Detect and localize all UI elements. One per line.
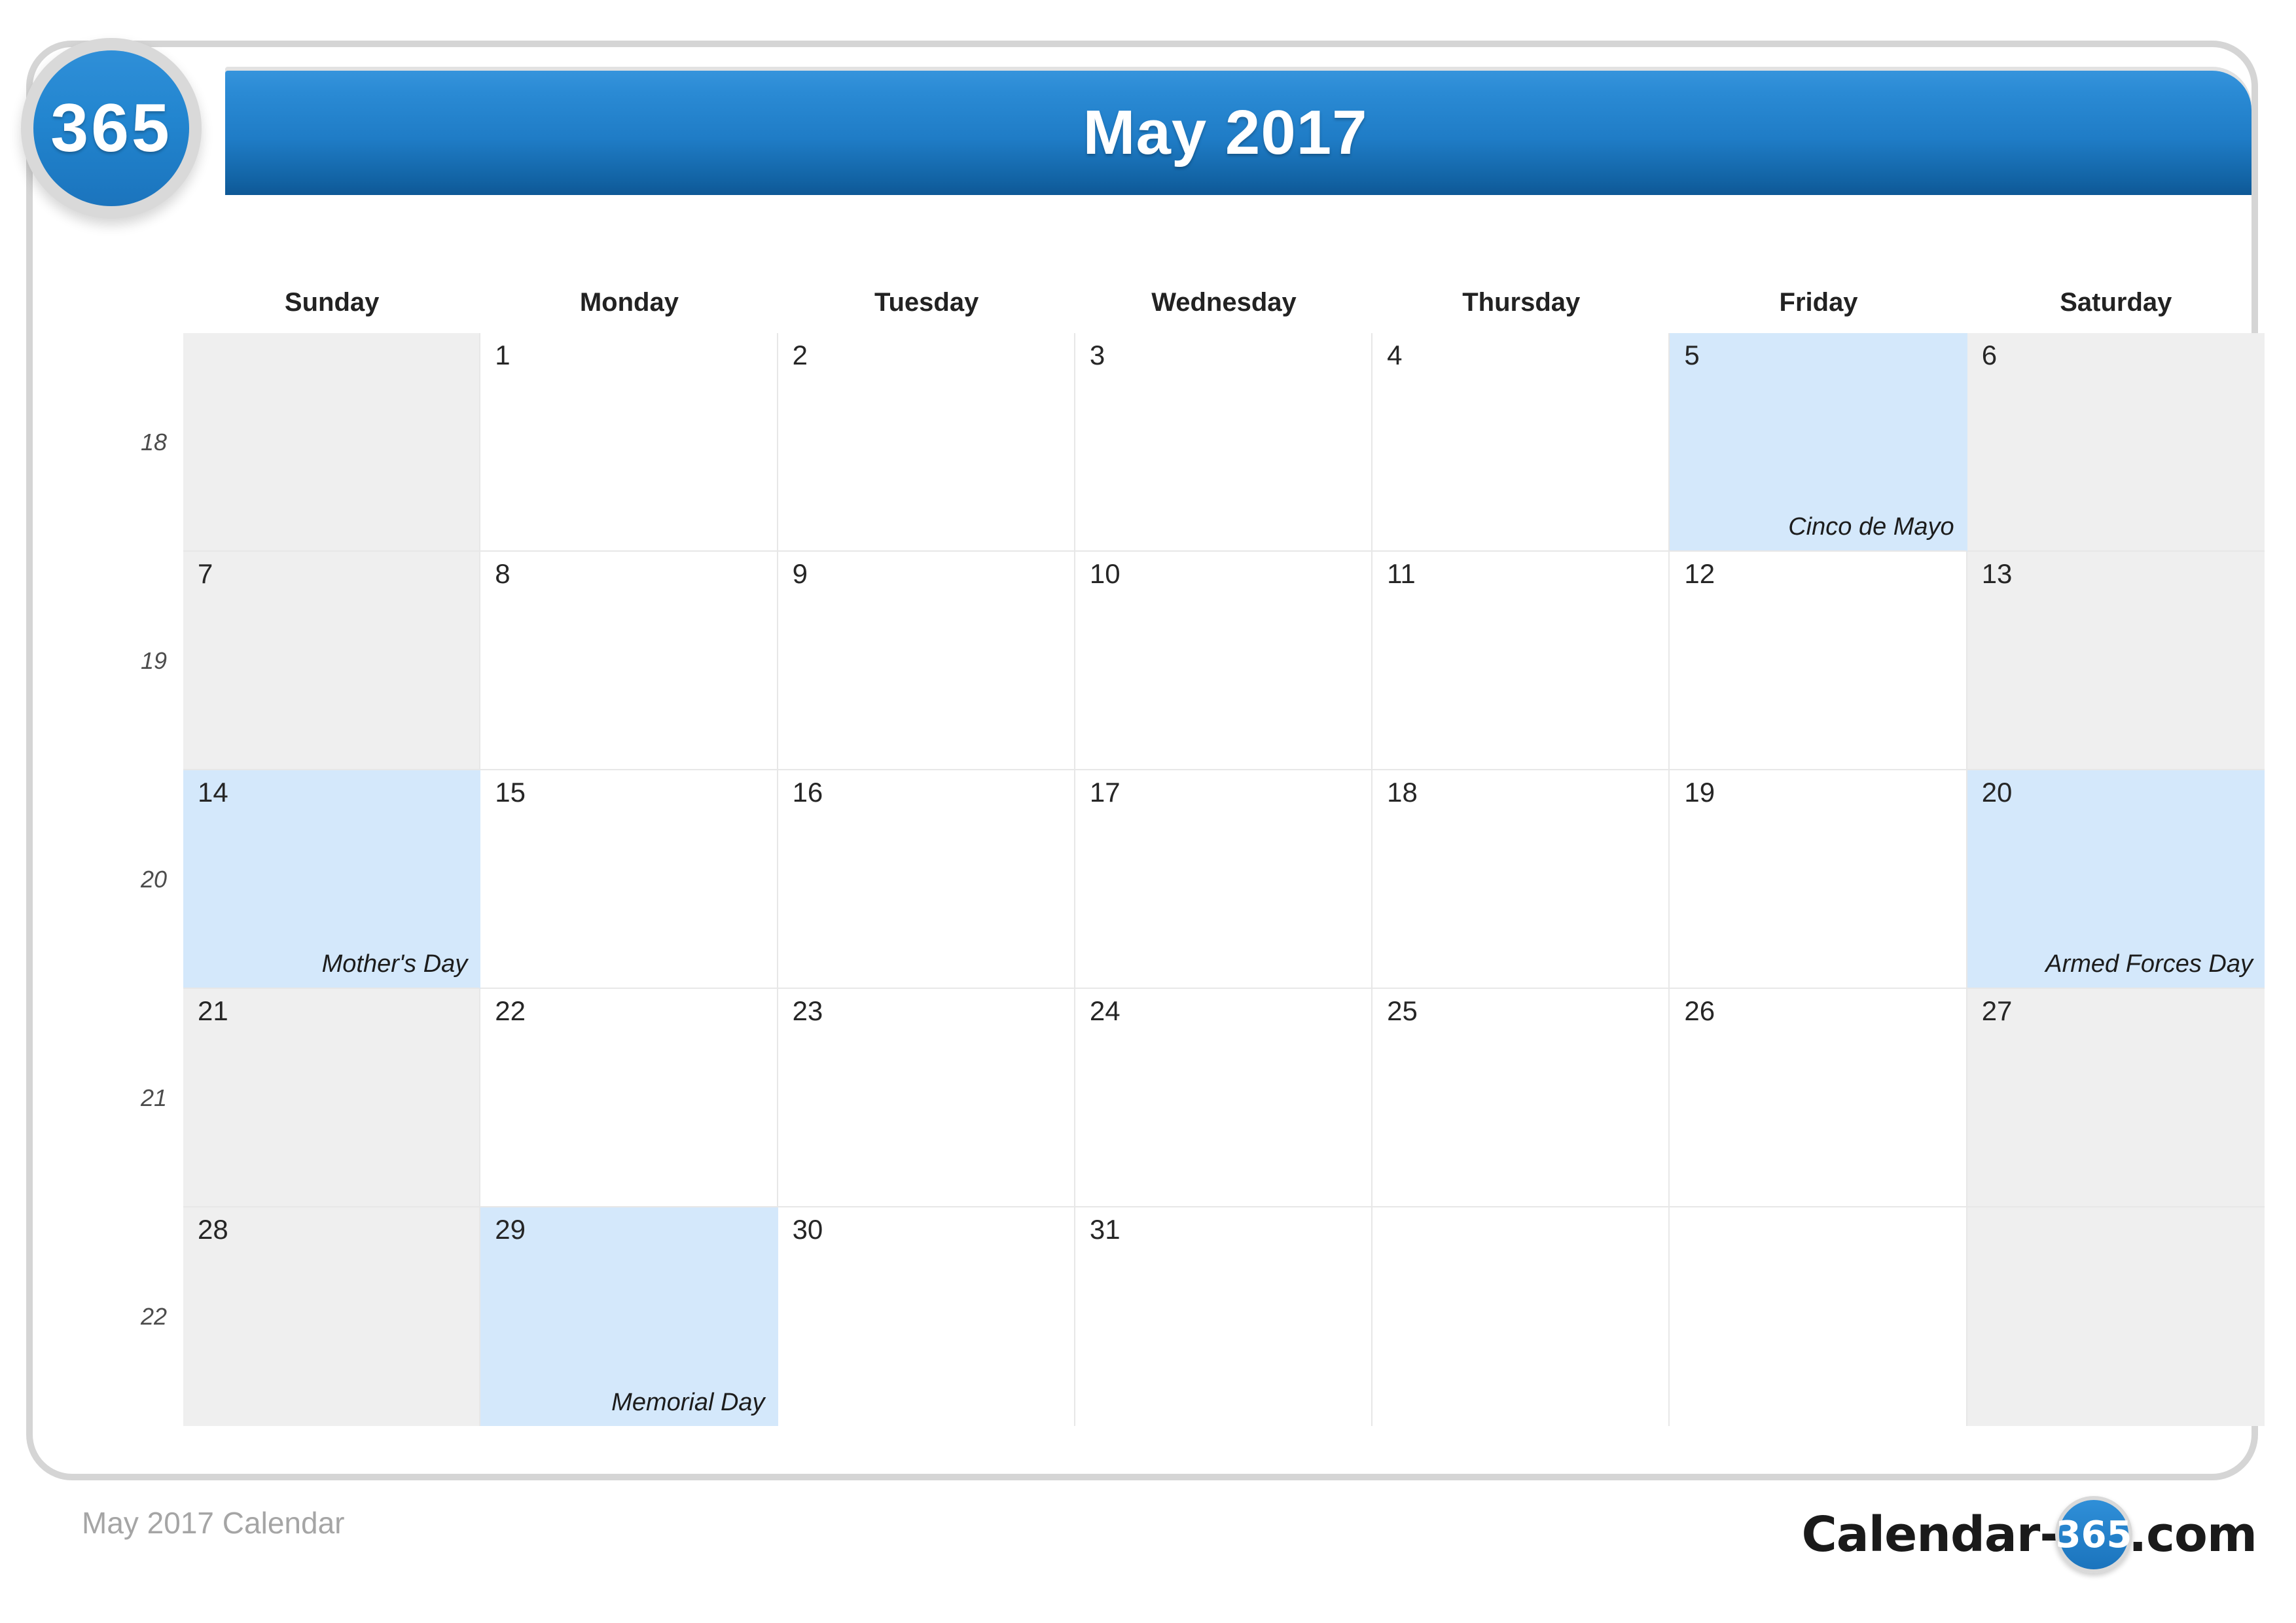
- day-number: 23: [792, 995, 823, 1026]
- day-cell[interactable]: 31: [1075, 1207, 1373, 1426]
- day-number: 31: [1089, 1214, 1121, 1245]
- day-number: 25: [1387, 995, 1418, 1026]
- weekday-header-friday: Friday: [1779, 288, 1858, 317]
- day-cell[interactable]: 26: [1670, 989, 1967, 1207]
- brand-badge-label: 365: [50, 90, 172, 166]
- day-number: 7: [198, 558, 213, 589]
- day-cell[interactable]: 4: [1372, 333, 1670, 552]
- weekday-header-tuesday: Tuesday: [874, 288, 979, 317]
- day-number: 9: [792, 558, 808, 589]
- day-number: 14: [198, 777, 228, 808]
- day-cell[interactable]: 14 Mother's Day: [183, 770, 481, 989]
- day-number: 21: [198, 995, 228, 1026]
- day-number: 18: [1387, 777, 1418, 808]
- day-cell-empty: [183, 333, 481, 552]
- day-number: 27: [1981, 995, 2013, 1026]
- day-cell[interactable]: 3: [1075, 333, 1373, 552]
- day-number: 8: [495, 558, 511, 589]
- day-cell[interactable]: 1: [480, 333, 778, 552]
- day-cell[interactable]: 21: [183, 989, 481, 1207]
- day-cell[interactable]: 22: [480, 989, 778, 1207]
- weekday-header-wednesday: Wednesday: [1151, 288, 1297, 317]
- day-cell[interactable]: 29 Memorial Day: [480, 1207, 778, 1426]
- day-number: 12: [1684, 558, 1715, 589]
- week-number: 22: [140, 1303, 168, 1330]
- day-number: 16: [792, 777, 823, 808]
- day-cell[interactable]: 28: [183, 1207, 481, 1426]
- weekday-header-saturday: Saturday: [2060, 288, 2172, 317]
- day-cell[interactable]: 30: [778, 1207, 1075, 1426]
- brand-badge-inner: 365: [33, 50, 189, 206]
- logo-badge-circle: 365: [2055, 1496, 2133, 1573]
- day-cell[interactable]: 7: [183, 552, 481, 770]
- day-cell[interactable]: 13: [1967, 552, 2265, 770]
- holiday-label: Mother's Day: [321, 950, 468, 978]
- day-cell[interactable]: 17: [1075, 770, 1373, 989]
- day-number: 24: [1089, 995, 1121, 1026]
- day-cell[interactable]: 11: [1372, 552, 1670, 770]
- weekday-header-row: Sunday Monday Tuesday Wednesday Thursday Frid…: [183, 279, 2265, 332]
- logo-prefix-text: Calendar-: [1801, 1507, 2060, 1563]
- day-cell[interactable]: 12: [1670, 552, 1967, 770]
- week-number: 20: [140, 866, 168, 893]
- holiday-label: Memorial Day: [611, 1389, 765, 1416]
- calendar-grid: 1 2 3 4 5 Cinco de Mayo 6 7 8 9 10 11 12 13 14 Mother's…: [183, 333, 2265, 1426]
- day-number: 13: [1981, 558, 2013, 589]
- day-cell[interactable]: 20 Armed Forces Day: [1967, 770, 2265, 989]
- logo-badge-label: 365: [2055, 1513, 2132, 1556]
- day-cell[interactable]: 10: [1075, 552, 1373, 770]
- day-cell[interactable]: 15: [480, 770, 778, 989]
- day-number: 5: [1684, 340, 1700, 370]
- footer-logo[interactable]: Calendar- 365 .com: [1801, 1496, 2257, 1573]
- day-cell[interactable]: 9: [778, 552, 1075, 770]
- day-cell-empty: [1967, 1207, 2265, 1426]
- day-number: 2: [792, 340, 808, 370]
- calendar-body: Sunday Monday Tuesday Wednesday Thursday Frid…: [124, 279, 2265, 1477]
- day-cell[interactable]: 27: [1967, 989, 2265, 1207]
- weekday-header-thursday: Thursday: [1462, 288, 1581, 317]
- day-cell[interactable]: 25: [1372, 989, 1670, 1207]
- week-number: 18: [140, 429, 168, 455]
- day-number: 17: [1089, 777, 1121, 808]
- day-number: 22: [495, 995, 526, 1026]
- day-cell[interactable]: 19: [1670, 770, 1967, 989]
- day-cell-empty: [1670, 1207, 1967, 1426]
- day-number: 4: [1387, 340, 1403, 370]
- day-number: 3: [1089, 340, 1105, 370]
- day-number: 20: [1981, 777, 2013, 808]
- day-cell[interactable]: 8: [480, 552, 778, 770]
- day-number: 30: [792, 1214, 823, 1245]
- day-number: 10: [1089, 558, 1121, 589]
- day-cell[interactable]: 23: [778, 989, 1075, 1207]
- day-number: 1: [495, 340, 511, 370]
- week-number: 21: [140, 1084, 168, 1111]
- day-cell[interactable]: 2: [778, 333, 1075, 552]
- day-cell[interactable]: 16: [778, 770, 1075, 989]
- logo-suffix-text: .com: [2128, 1507, 2257, 1563]
- calendar-frame: Sunday Monday Tuesday Wednesday Thursday Frid…: [26, 41, 2265, 1480]
- weekday-header-monday: Monday: [579, 288, 679, 317]
- day-number: 11: [1387, 558, 1416, 589]
- day-number: 28: [198, 1214, 228, 1245]
- day-number: 6: [1981, 340, 1998, 370]
- page-title: May 2017: [1083, 98, 1368, 168]
- day-number: 19: [1684, 777, 1715, 808]
- day-number: 26: [1684, 995, 1715, 1026]
- week-number: 19: [140, 647, 168, 674]
- weekday-header-sunday: Sunday: [284, 288, 380, 317]
- day-cell[interactable]: 6: [1967, 333, 2265, 552]
- day-cell[interactable]: 5 Cinco de Mayo: [1670, 333, 1967, 552]
- month-header-bar: May 2017: [225, 71, 2251, 195]
- week-number-column: 18 19 20 21 22: [124, 333, 183, 1426]
- day-cell[interactable]: 18: [1372, 770, 1670, 989]
- calendar-grid-wrapper: 365 12345Cinco de Mayo67891011121314Moth…: [183, 333, 2265, 1426]
- brand-badge-365: 365: [21, 38, 202, 219]
- footer-caption: May 2017 Calendar: [82, 1506, 345, 1540]
- day-number: 15: [495, 777, 526, 808]
- holiday-label: Cinco de Mayo: [1788, 513, 1954, 541]
- day-cell[interactable]: 24: [1075, 989, 1373, 1207]
- holiday-label: Armed Forces Day: [2045, 950, 2253, 978]
- day-cell-empty: [1372, 1207, 1670, 1426]
- day-number: 29: [495, 1214, 526, 1245]
